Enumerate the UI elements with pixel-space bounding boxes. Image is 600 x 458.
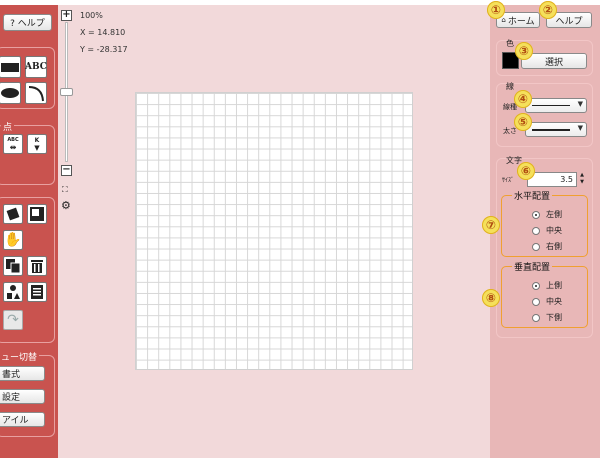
text-tool-label: ABC [25,62,47,72]
k-icon: K [34,136,40,144]
horizontal-align-title: 水平配置 [512,189,553,202]
zoom-out-button[interactable]: − [61,165,72,176]
help-label: ? ヘルプ [10,19,45,29]
shapes-icon [7,285,20,299]
left-toolbar: ? ヘルプ ABC 点 ABC ⇹ K ▼ ✋ ↷ ュー切替 書式 設定 アイル [0,5,58,458]
ellipse-icon [1,88,19,98]
pan-tool[interactable]: ✋ [3,230,23,250]
callout-badge-5: ⑤ [514,113,532,131]
kerning-tool[interactable]: K ▼ [27,134,47,154]
radio-label: 中央 [546,297,562,306]
color-group: 色 選択 [496,39,593,76]
menu-button-label: アイル [2,416,29,426]
resize-tool[interactable] [27,204,47,224]
radio-label: 左側 [546,210,562,219]
home-label: ホーム [507,16,535,27]
callout-badge-7: ⑦ [482,216,500,234]
edit-tools-group: ✋ ↷ [0,197,55,343]
ellipse-tool[interactable] [0,82,21,104]
arc-tool[interactable] [25,82,47,104]
redo-icon: ↷ [7,312,19,328]
menu-switch-group: ュー切替 書式 設定 アイル [0,350,55,437]
radio-icon [532,313,540,322]
trash-icon [31,260,43,273]
point-tools-group: 点 ABC ⇹ K ▼ [0,120,55,185]
x-coordinate: X = 14.810 [80,28,126,37]
drawing-grid[interactable] [135,92,413,370]
callout-badge-1: ① [487,1,505,19]
chevron-down-icon: ▼ [577,124,583,132]
size-label: ｻｲｽﾞ [502,177,515,184]
select-label: 選択 [544,57,563,68]
chevron-down-icon: ▼ [577,100,583,108]
rotate-tool[interactable] [3,204,23,224]
callout-badge-6: ⑥ [517,162,535,180]
line-group-label: 線 [506,82,514,91]
arc-icon [28,86,44,102]
split-tool[interactable]: ABC ⇹ [3,134,23,154]
vertical-align-title: 垂直配置 [512,260,553,273]
callout-badge-4: ④ [514,90,532,108]
radio-vertical-middle[interactable]: 中央 [532,296,562,307]
radio-label: 下側 [546,313,562,322]
radio-label: 右側 [546,242,562,251]
radio-horizontal-left[interactable]: 左側 [532,209,562,220]
home-icon: ⌂ [501,16,506,24]
radio-label: 中央 [546,226,562,235]
vertical-align-group: 垂直配置 上側 中央 下側 [501,260,588,328]
properties-tool[interactable] [27,282,47,302]
menu-button-file[interactable]: アイル [0,412,45,427]
radio-horizontal-right[interactable]: 右側 [532,241,562,252]
color-group-label: 色 [506,39,514,48]
zoom-level: 100% [80,11,103,20]
size-input[interactable]: 3.5 [527,172,577,187]
radio-icon [532,242,540,251]
size-value: 3.5 [560,175,573,184]
fit-view-icon[interactable]: ⛶ [62,185,68,195]
size-stepper[interactable]: ▲ ▼ [578,172,586,187]
redo-tool[interactable]: ↷ [3,310,23,330]
callout-badge-3: ③ [515,42,533,60]
menu-button-label: 書式 [2,370,21,380]
copy-tool[interactable] [3,256,23,276]
help-button-left[interactable]: ? ヘルプ [3,14,52,31]
radio-icon [532,281,540,290]
point-group-label: 点 [1,120,15,133]
delete-tool[interactable] [27,256,47,276]
gear-icon[interactable]: ⚙ [61,199,71,212]
y-coordinate: Y = -28.317 [80,45,128,54]
copy-icon [6,259,21,274]
radio-horizontal-center[interactable]: 中央 [532,225,562,236]
radio-icon [532,210,540,219]
menu-button-label: 設定 [2,393,21,403]
callout-badge-2: ② [539,1,557,19]
help-label: ヘルプ [555,16,583,27]
line-width-dropdown[interactable]: ▼ [525,122,587,137]
line-group: 線 線種 ▼ 太さ ▼ [496,82,593,147]
radio-icon [532,226,540,235]
shapes-tool[interactable] [3,282,23,302]
menu-button-settings[interactable]: 設定 [0,389,45,404]
radio-label: 上側 [546,281,562,290]
menu-button-format[interactable]: 書式 [0,366,45,381]
zoom-in-button[interactable]: + [61,10,72,21]
zoom-slider-thumb[interactable] [60,88,73,96]
hand-icon: ✋ [4,232,22,248]
shape-tools-group: ABC [0,47,55,109]
radio-vertical-bottom[interactable]: 下側 [532,312,562,323]
radio-icon [532,297,540,306]
callout-badge-8: ⑧ [482,289,500,307]
horizontal-align-group: 水平配置 左側 中央 右側 [501,189,588,257]
rectangle-tool[interactable] [0,56,21,78]
radio-vertical-top[interactable]: 上側 [532,280,562,291]
rectangle-icon [1,62,19,72]
rotate-shape-icon [6,207,20,221]
text-tool[interactable]: ABC [25,56,47,78]
menu-switch-label: ュー切替 [0,350,40,363]
resize-icon [30,207,44,221]
document-icon [31,285,43,299]
line-type-dropdown[interactable]: ▼ [525,98,587,113]
